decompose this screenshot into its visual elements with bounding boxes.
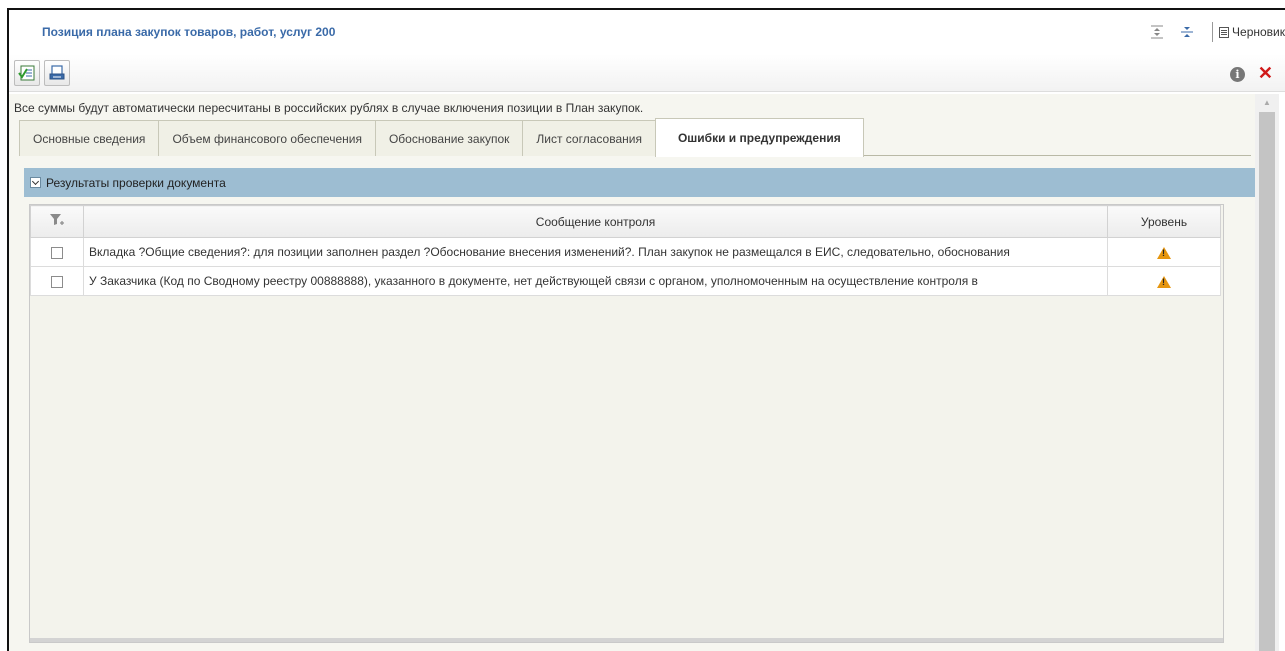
tab-bar: Основные сведения Объем финансового обес… bbox=[19, 118, 864, 157]
document-window: Позиция плана закупок товаров, работ, ус… bbox=[7, 8, 1285, 651]
status-badge: Черновик bbox=[1219, 25, 1285, 39]
check-results-panel: Результаты проверки документа Сообщение … bbox=[24, 168, 1255, 643]
column-header-message[interactable]: Сообщение контроля bbox=[83, 205, 1108, 238]
info-icon[interactable]: i bbox=[1230, 67, 1245, 82]
content-area: Все суммы будут автоматически пересчитан… bbox=[9, 94, 1259, 651]
tab-errors-warnings[interactable]: Ошибки и предупреждения bbox=[654, 118, 864, 157]
status-label: Черновик bbox=[1232, 25, 1285, 39]
document-icon bbox=[1219, 26, 1230, 38]
filter-icon[interactable] bbox=[49, 213, 65, 227]
row-message: У Заказчика (Код по Сводному реестру 008… bbox=[83, 266, 1108, 296]
print-icon bbox=[49, 65, 65, 80]
tab-approval-sheet[interactable]: Лист согласования bbox=[522, 120, 656, 156]
close-icon[interactable]: ✕ bbox=[1258, 63, 1273, 83]
column-header-level[interactable]: Уровень bbox=[1107, 205, 1221, 238]
title-separator bbox=[1212, 22, 1214, 42]
title-bar: Позиция плана закупок товаров, работ, ус… bbox=[9, 10, 1285, 54]
scroll-thumb[interactable] bbox=[1259, 112, 1275, 651]
group-title: Результаты проверки документа bbox=[46, 175, 226, 190]
row-level bbox=[1107, 237, 1221, 267]
row-checkbox[interactable] bbox=[51, 246, 63, 259]
filter-column-header[interactable] bbox=[30, 205, 84, 238]
check-document-icon bbox=[18, 65, 35, 81]
row-checkbox-cell bbox=[30, 237, 84, 267]
expand-all-icon[interactable] bbox=[1146, 23, 1168, 41]
group-header[interactable]: Результаты проверки документа bbox=[24, 168, 1255, 197]
chevron-down-icon[interactable] bbox=[30, 177, 41, 188]
row-message: Вкладка ?Общие сведения?: для позиции за… bbox=[83, 237, 1108, 267]
title-bar-actions: Черновик bbox=[1146, 22, 1285, 42]
results-table: Сообщение контроля Уровень Вкладка ?Общи… bbox=[30, 205, 1221, 296]
warning-icon bbox=[1157, 246, 1171, 259]
row-level bbox=[1107, 266, 1221, 296]
warning-icon bbox=[1157, 275, 1171, 288]
table-header-row: Сообщение контроля Уровень bbox=[30, 205, 1221, 238]
currency-notice: Все суммы будут автоматически пересчитан… bbox=[14, 101, 644, 115]
grid-bottom-bar bbox=[30, 638, 1223, 642]
scroll-up-icon[interactable]: ▲ bbox=[1255, 94, 1279, 112]
tab-main-info[interactable]: Основные сведения bbox=[19, 120, 160, 156]
check-document-button[interactable] bbox=[14, 60, 40, 86]
row-checkbox-cell bbox=[30, 266, 84, 296]
results-grid: Сообщение контроля Уровень Вкладка ?Общи… bbox=[29, 204, 1224, 643]
print-button[interactable] bbox=[44, 60, 70, 86]
row-checkbox[interactable] bbox=[51, 275, 63, 288]
table-row[interactable]: У Заказчика (Код по Сводному реестру 008… bbox=[30, 266, 1221, 296]
table-row[interactable]: Вкладка ?Общие сведения?: для позиции за… bbox=[30, 237, 1221, 267]
collapse-all-icon[interactable] bbox=[1176, 23, 1198, 41]
tab-procurement-justification[interactable]: Обоснование закупок bbox=[374, 120, 524, 156]
toolbar: i ✕ bbox=[9, 54, 1285, 92]
vertical-scrollbar[interactable]: ▲ bbox=[1255, 94, 1279, 651]
window-title: Позиция плана закупок товаров, работ, ус… bbox=[42, 25, 336, 39]
tab-financing-volume[interactable]: Объем финансового обеспечения bbox=[158, 120, 376, 156]
